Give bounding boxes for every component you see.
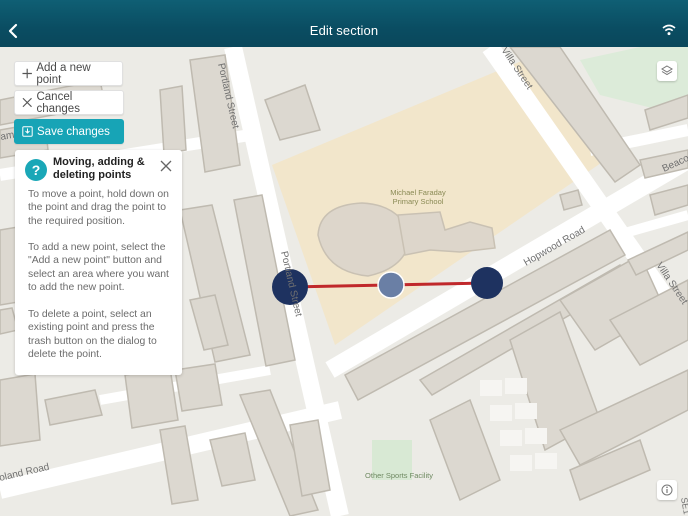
save-changes-label: Save changes [37,125,110,138]
info-button[interactable] [657,480,677,500]
x-icon [22,97,32,108]
add-point-label: Add a new point [36,61,91,86]
help-panel: ? Moving, adding & deleting points To mo… [15,150,182,375]
cancel-changes-label: Cancel changes [36,90,80,115]
question-icon: ? [25,159,47,181]
help-title: Moving, adding & deleting points [53,156,145,181]
cancel-changes-button[interactable]: Cancel changes [14,90,124,115]
route-point-end[interactable] [471,267,503,299]
page-title: Edit section [309,23,379,38]
info-icon [661,484,673,496]
add-point-button[interactable]: Add a new point [14,61,123,86]
close-icon[interactable] [160,160,172,172]
save-icon [22,126,33,137]
place-label-school-2: Primary School [393,197,444,206]
wifi-icon [662,24,676,36]
help-move-text: To move a point, hold down on the point … [28,189,169,227]
place-label-school-1: Michael Faraday [390,188,446,197]
help-add-text: To add a new point, select the "Add a ne… [28,242,169,294]
top-bar: Edit section [0,0,688,47]
layers-button[interactable] [657,61,677,81]
layers-icon [661,65,673,76]
save-changes-button[interactable]: Save changes [14,119,124,144]
route-point-middle[interactable] [377,271,405,299]
help-delete-text: To delete a point, select an existing po… [28,309,157,361]
plus-icon [22,68,32,79]
place-label-sports: Other Sports Facility [365,471,433,480]
